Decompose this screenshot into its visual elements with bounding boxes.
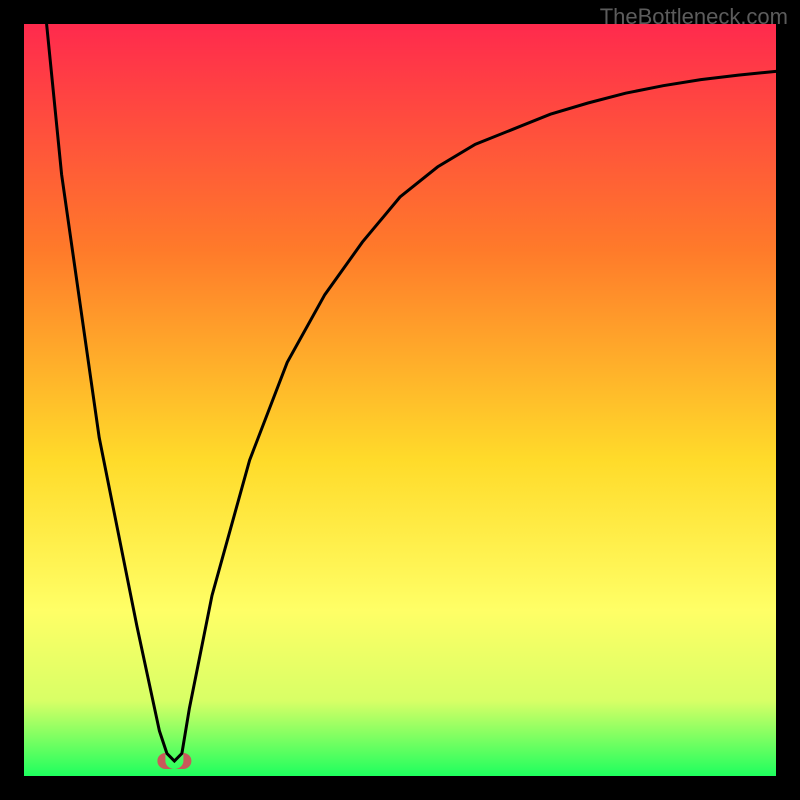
plot-background [24, 24, 776, 776]
chart-container: TheBottleneck.com [0, 0, 800, 800]
chart-svg [0, 0, 800, 800]
watermark-label: TheBottleneck.com [600, 4, 788, 30]
